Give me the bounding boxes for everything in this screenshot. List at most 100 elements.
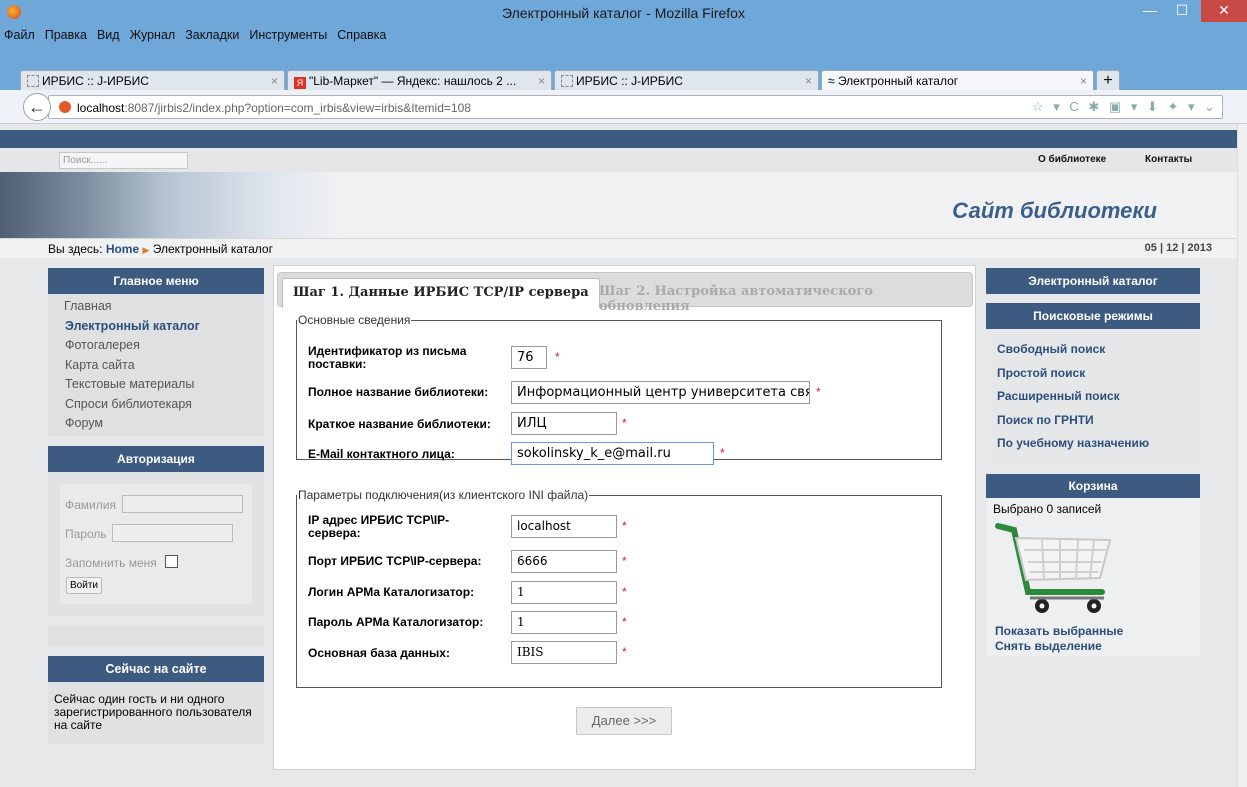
menu-tools[interactable]: Инструменты bbox=[244, 26, 332, 42]
menu-edit[interactable]: Правка bbox=[40, 26, 92, 42]
site-title: Сайт библиотеки bbox=[952, 198, 1157, 223]
lastname-input[interactable] bbox=[122, 494, 243, 513]
tab-close-icon[interactable]: × bbox=[538, 74, 545, 88]
connection-legend: Параметры подключения(из клиентского INI… bbox=[298, 488, 589, 502]
navigation-bar: localhost:8087/jirbis2/index.php?option=… bbox=[0, 90, 1247, 124]
top-link-contacts[interactable]: Контакты bbox=[1145, 154, 1192, 165]
online-title: Сейчас на сайте bbox=[48, 655, 264, 682]
site-search-input[interactable]: Поиск...... bbox=[59, 152, 188, 169]
password-input[interactable] bbox=[112, 523, 233, 542]
remember-checkbox[interactable] bbox=[165, 554, 178, 568]
menu-item-texts[interactable]: Текстовые материалы bbox=[48, 375, 264, 395]
mode-advanced-search[interactable]: Расширенный поиск bbox=[986, 385, 1200, 409]
maximize-button[interactable]: ☐ bbox=[1167, 0, 1197, 22]
header-building-image bbox=[0, 172, 340, 238]
menu-help[interactable]: Справка bbox=[332, 26, 391, 42]
tab-label: ИРБИС :: J-ИРБИС bbox=[576, 74, 683, 88]
show-selected-link[interactable]: Показать выбранные bbox=[995, 624, 1123, 638]
chevron-right-icon: ▶ bbox=[142, 245, 150, 255]
remember-label: Запомнить меня bbox=[65, 555, 157, 570]
full-name-input[interactable]: Информационный центр университета связи … bbox=[511, 381, 810, 404]
menu-item-catalog[interactable]: Электронный каталог bbox=[48, 317, 264, 337]
url-host: localhost bbox=[77, 101, 125, 115]
catalog-title: Электронный каталог bbox=[986, 268, 1200, 294]
mode-educational-search[interactable]: По учебному назначению bbox=[986, 432, 1200, 456]
tab-close-icon[interactable]: × bbox=[805, 74, 812, 88]
menu-file[interactable]: Файл bbox=[0, 26, 40, 42]
required-mark: * bbox=[622, 615, 627, 629]
close-button[interactable]: ✕ bbox=[1201, 0, 1247, 22]
browser-tab-3[interactable]: ИРБИС :: J-ИРБИС × bbox=[554, 70, 819, 92]
database-label: Основная база данных: bbox=[308, 646, 450, 660]
tab-close-icon[interactable]: × bbox=[271, 74, 278, 88]
left-column: Главное меню Главная Электронный каталог… bbox=[48, 268, 264, 744]
supply-id-input[interactable]: 76 bbox=[511, 346, 547, 369]
clear-selection-link[interactable]: Снять выделение bbox=[995, 639, 1102, 653]
yandex-icon: Я bbox=[294, 77, 306, 89]
password-label: Пароль bbox=[65, 526, 107, 541]
search-modes-title: Поисковые режимы bbox=[986, 303, 1200, 329]
required-mark: * bbox=[720, 446, 725, 460]
port-input[interactable]: 6666 bbox=[511, 550, 617, 573]
menu-item-ask-librarian[interactable]: Спроси библиотекаря bbox=[48, 395, 264, 415]
port-label: Порт ИРБИС TCP\IP-сервера: bbox=[308, 554, 482, 568]
breadcrumb-current: Электронный каталог bbox=[152, 242, 273, 256]
mode-free-search[interactable]: Свободный поиск bbox=[986, 338, 1200, 362]
minimize-button[interactable]: — bbox=[1135, 0, 1165, 22]
new-tab-button[interactable]: + bbox=[1096, 70, 1120, 92]
menu-item-home[interactable]: Главная bbox=[48, 297, 264, 317]
mode-simple-search[interactable]: Простой поиск bbox=[986, 362, 1200, 386]
required-mark: * bbox=[622, 585, 627, 599]
main-menu-title: Главное меню bbox=[48, 268, 264, 294]
required-mark: * bbox=[622, 645, 627, 659]
online-text: Сейчас один гость и ни одного зарегистри… bbox=[48, 681, 264, 744]
supply-id-label: Идентификатор из письма поставки: bbox=[308, 344, 467, 371]
ip-label: IP адрес ИРБИС TCP\IP-сервера: bbox=[308, 513, 450, 540]
database-input[interactable]: IBIS bbox=[511, 641, 617, 664]
url-path: :8087/jirbis2/index.php?option=com_irbis… bbox=[124, 101, 471, 115]
breadcrumb-home[interactable]: Home bbox=[106, 242, 139, 256]
login-button[interactable]: Войти bbox=[66, 576, 102, 594]
login-form: Фамилия Пароль Запомнить меня Войти bbox=[48, 471, 264, 616]
next-button[interactable]: Далее >>> bbox=[576, 707, 672, 735]
url-bar[interactable]: localhost:8087/jirbis2/index.php?option=… bbox=[48, 95, 1223, 119]
mode-grnti-search[interactable]: Поиск по ГРНТИ bbox=[986, 409, 1200, 433]
browser-tab-2[interactable]: Я "Lib-Маркет" — Яндекс: нашлось 2 ... × bbox=[287, 70, 552, 92]
scrollbar[interactable] bbox=[1237, 124, 1247, 787]
cart-icon bbox=[994, 520, 1114, 620]
required-mark: * bbox=[622, 416, 627, 430]
nav-toolbar-icons: ☆ ▾ C ✱ ▣ ▾ ⬇ ✦ ▾ ⌄ bbox=[1032, 99, 1218, 114]
basic-info-legend: Основные сведения bbox=[298, 313, 411, 327]
window-title: Электронный каталог - Mozilla Firefox bbox=[502, 5, 745, 21]
main-panel: Шаг 1. Данные ИРБИС TCP/IP сервера Шаг 2… bbox=[273, 265, 976, 770]
full-name-label: Полное название библиотеки: bbox=[308, 385, 489, 399]
login-arm-input[interactable]: 1 bbox=[511, 581, 617, 604]
login-arm-label: Логин АРМа Каталогизатор: bbox=[308, 585, 475, 599]
menu-item-gallery[interactable]: Фотогалерея bbox=[48, 336, 264, 356]
menu-item-forum[interactable]: Форум bbox=[48, 414, 264, 434]
ip-input[interactable]: localhost bbox=[511, 515, 617, 538]
cart-status: Выбрано 0 записей bbox=[993, 501, 1102, 516]
top-link-about[interactable]: О библиотеке bbox=[1038, 154, 1106, 165]
password-arm-input[interactable]: 1 bbox=[511, 611, 617, 634]
page-icon bbox=[561, 75, 573, 87]
menu-item-sitemap[interactable]: Карта сайта bbox=[48, 356, 264, 376]
required-mark: * bbox=[622, 554, 627, 568]
short-name-label: Краткое название библиотеки: bbox=[308, 417, 491, 431]
menu-history[interactable]: Журнал bbox=[125, 26, 181, 42]
tab-label: "Lib-Маркет" — Яндекс: нашлось 2 ... bbox=[309, 74, 517, 88]
menu-bookmarks[interactable]: Закладки bbox=[180, 26, 244, 42]
back-button[interactable]: ← bbox=[23, 93, 51, 121]
tab-close-icon[interactable]: × bbox=[1080, 74, 1087, 88]
tab-step-1[interactable]: Шаг 1. Данные ИРБИС TCP/IP сервера bbox=[282, 278, 600, 308]
tab-step-2[interactable]: Шаг 2. Настройка автоматического обновле… bbox=[589, 278, 975, 314]
page-icon bbox=[27, 75, 39, 87]
browser-tab-4[interactable]: ≈ Электронный каталог × bbox=[821, 70, 1094, 92]
browser-tab-1[interactable]: ИРБИС :: J-ИРБИС × bbox=[20, 70, 285, 92]
email-input[interactable]: sokolinsky_k_e@mail.ru bbox=[511, 442, 714, 465]
lastname-label: Фамилия bbox=[65, 497, 116, 512]
right-column: Электронный каталог Поисковые режимы Сво… bbox=[986, 268, 1200, 656]
left-spacer-block bbox=[48, 625, 264, 646]
short-name-input[interactable]: ИЛЦ bbox=[511, 412, 617, 435]
menu-view[interactable]: Вид bbox=[92, 26, 125, 42]
